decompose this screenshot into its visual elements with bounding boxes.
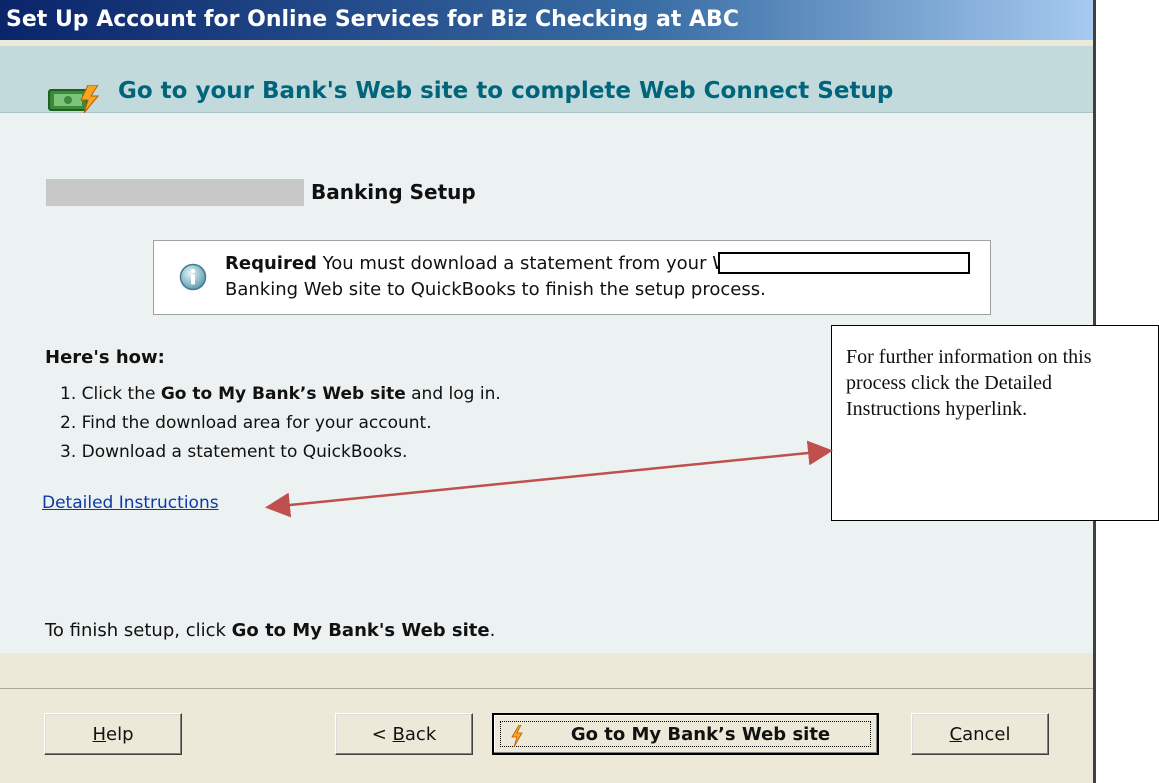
finish-instructions: To finish setup, click Go to My Bank's W… — [45, 620, 495, 641]
step-1-prefix: 1. Click the — [60, 384, 161, 404]
cancel-button[interactable]: Cancel — [911, 713, 1049, 755]
step-1: 1. Click the Go to My Bank’s Web site an… — [60, 380, 501, 409]
step-3: 3. Download a statement to QuickBooks. — [60, 442, 408, 462]
window-title: Set Up Account for Online Services for B… — [6, 7, 739, 32]
step-2: 2. Find the download area for your accou… — [60, 413, 432, 433]
howto-steps: 1. Click the Go to My Bank’s Web site an… — [60, 380, 501, 467]
detailed-instructions-link[interactable]: Detailed Instructions — [42, 493, 219, 513]
back-prefix: < — [371, 723, 393, 745]
back-button-label: < Back — [372, 724, 437, 745]
help-button[interactable]: Help — [44, 713, 182, 755]
finish-bold: Go to My Bank's Web site — [231, 620, 490, 641]
howto-heading: Here's how: — [45, 347, 165, 368]
back-rest: ack — [404, 723, 437, 745]
back-button[interactable]: < Back — [335, 713, 473, 755]
finish-suffix: . — [489, 620, 496, 641]
step-1-suffix: and log in. — [405, 384, 501, 404]
finish-prefix: To finish setup, click — [45, 620, 232, 641]
cancel-rest: ancel — [962, 723, 1011, 745]
required-line-1: You must download a statement from your … — [316, 253, 730, 274]
required-label: Required — [225, 253, 317, 274]
back-mnemonic: B — [392, 723, 405, 745]
help-mnemonic: H — [92, 723, 107, 745]
section-heading: Banking Setup — [311, 180, 476, 204]
required-line-2: Banking Web site to QuickBooks to finish… — [225, 279, 766, 300]
step-1-bold: Go to My Bank’s Web site — [160, 384, 406, 404]
redacted-bank-name — [46, 179, 304, 206]
focus-ring — [500, 721, 871, 747]
window-title-bar: Set Up Account for Online Services for B… — [0, 0, 1093, 40]
header-title: Go to your Bank's Web site to complete W… — [118, 78, 894, 104]
money-lightning-icon — [48, 85, 100, 113]
help-rest: elp — [106, 723, 134, 745]
lightning-icon — [511, 725, 523, 747]
info-icon — [179, 263, 207, 291]
redacted-text-box — [718, 252, 970, 274]
cancel-mnemonic: C — [949, 723, 963, 745]
help-button-label: Help — [92, 724, 133, 745]
go-to-bank-button[interactable]: Go to My Bank’s Web site — [492, 713, 879, 755]
annotation-callout: For further information on this process … — [831, 325, 1159, 521]
cancel-button-label: Cancel — [950, 724, 1011, 745]
